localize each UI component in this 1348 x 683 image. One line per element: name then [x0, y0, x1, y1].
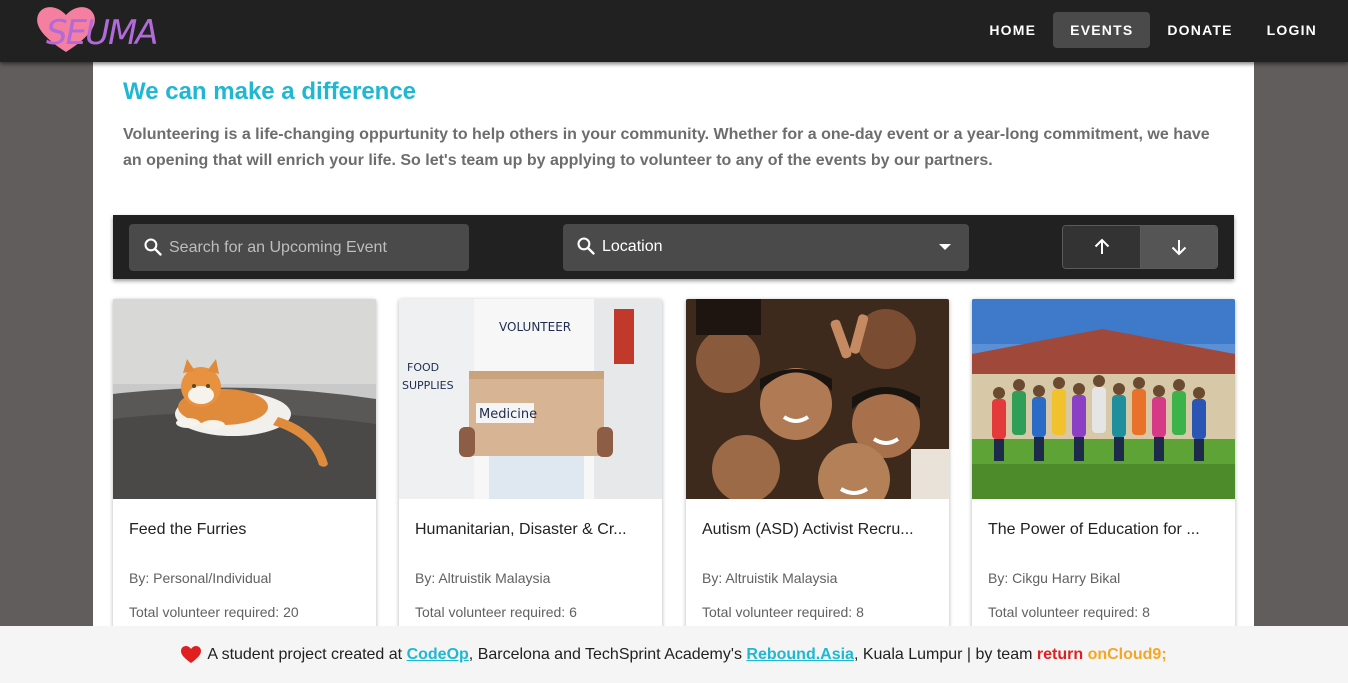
location-select[interactable]: Location — [563, 224, 969, 271]
footer-suffix: , Kuala Lumpur | by team — [853, 645, 1033, 663]
dropdown-caret-icon — [939, 244, 951, 250]
nav-home[interactable]: HOME — [972, 12, 1053, 48]
footer-middle: , Barcelona and TechSprint Academy's — [468, 645, 742, 663]
nav-events[interactable]: EVENTS — [1053, 12, 1151, 48]
sort-toggle-group — [1062, 225, 1218, 269]
location-label: Location — [602, 238, 663, 255]
filter-toolbar: Location — [113, 215, 1234, 279]
codeop-link[interactable]: CodeOp — [407, 646, 469, 664]
arrow-up-icon — [1094, 238, 1109, 254]
footer-return-keyword: return — [1036, 645, 1084, 663]
rebound-asia-link[interactable]: Rebound.Asia — [746, 646, 854, 664]
event-volunteers-required: Total volunteer required: 8 — [988, 604, 1150, 620]
nav-login[interactable]: LOGIN — [1250, 12, 1334, 48]
search-icon — [576, 236, 596, 261]
event-card[interactable]: The Power of Education for ... By: Cikgu… — [972, 299, 1235, 639]
footer-team-name: onCloud9; — [1087, 645, 1167, 663]
intro-text: Volunteering is a life-changing oppurtun… — [123, 126, 1210, 169]
event-image-children — [686, 299, 949, 515]
nav-donate[interactable]: DONATE — [1150, 12, 1249, 48]
event-card[interactable]: VOLUNTEER FOOD SUPPLIES Medicine Humanit… — [399, 299, 662, 639]
page-title: We can make a difference — [123, 78, 417, 105]
brand-logo[interactable]: SEUMA — [34, 2, 179, 56]
footer-prefix: A student project created at — [207, 645, 403, 663]
logo-text: SEUMA — [46, 13, 157, 53]
arrow-down-icon — [1171, 240, 1187, 256]
event-title: Feed the Furries — [129, 521, 247, 538]
event-image-volunteer: VOLUNTEER FOOD SUPPLIES Medicine — [399, 299, 662, 499]
site-footer: A student project created at CodeOp, Bar… — [0, 626, 1348, 683]
search-icon — [143, 237, 163, 262]
event-title: Autism (ASD) Activist Recru... — [702, 521, 914, 538]
event-organizer: By: Cikgu Harry Bikal — [988, 570, 1121, 586]
event-volunteers-required: Total volunteer required: 20 — [129, 604, 299, 620]
event-organizer: By: Altruistik Malaysia — [702, 570, 838, 586]
heart-icon — [181, 645, 202, 664]
event-title: The Power of Education for ... — [988, 521, 1200, 538]
search-input[interactable] — [169, 224, 459, 271]
event-image-cat — [113, 299, 376, 499]
main-nav: HOME EVENTS DONATE LOGIN — [972, 12, 1334, 48]
sort-ascending-button[interactable] — [1063, 226, 1140, 268]
sort-descending-button[interactable] — [1140, 226, 1217, 268]
svg-text:Medicine: Medicine — [479, 407, 537, 422]
event-organizer: By: Personal/Individual — [129, 570, 272, 586]
event-search[interactable] — [129, 224, 469, 271]
app-bar: SEUMA HOME EVENTS DONATE LOGIN — [0, 0, 1348, 62]
svg-text:FOOD: FOOD — [407, 361, 439, 374]
svg-text:VOLUNTEER: VOLUNTEER — [499, 320, 571, 334]
svg-text:SUPPLIES: SUPPLIES — [402, 379, 454, 392]
main-panel: We can make a difference Volunteering is… — [93, 62, 1254, 683]
event-title: Humanitarian, Disaster & Cr... — [415, 521, 627, 538]
event-image-students — [972, 299, 1235, 499]
event-volunteers-required: Total volunteer required: 6 — [415, 604, 577, 620]
event-card[interactable]: Feed the Furries By: Personal/Individual… — [113, 299, 376, 639]
event-card[interactable]: Autism (ASD) Activist Recru... By: Altru… — [686, 299, 949, 639]
event-volunteers-required: Total volunteer required: 8 — [702, 604, 864, 620]
event-organizer: By: Altruistik Malaysia — [415, 570, 551, 586]
